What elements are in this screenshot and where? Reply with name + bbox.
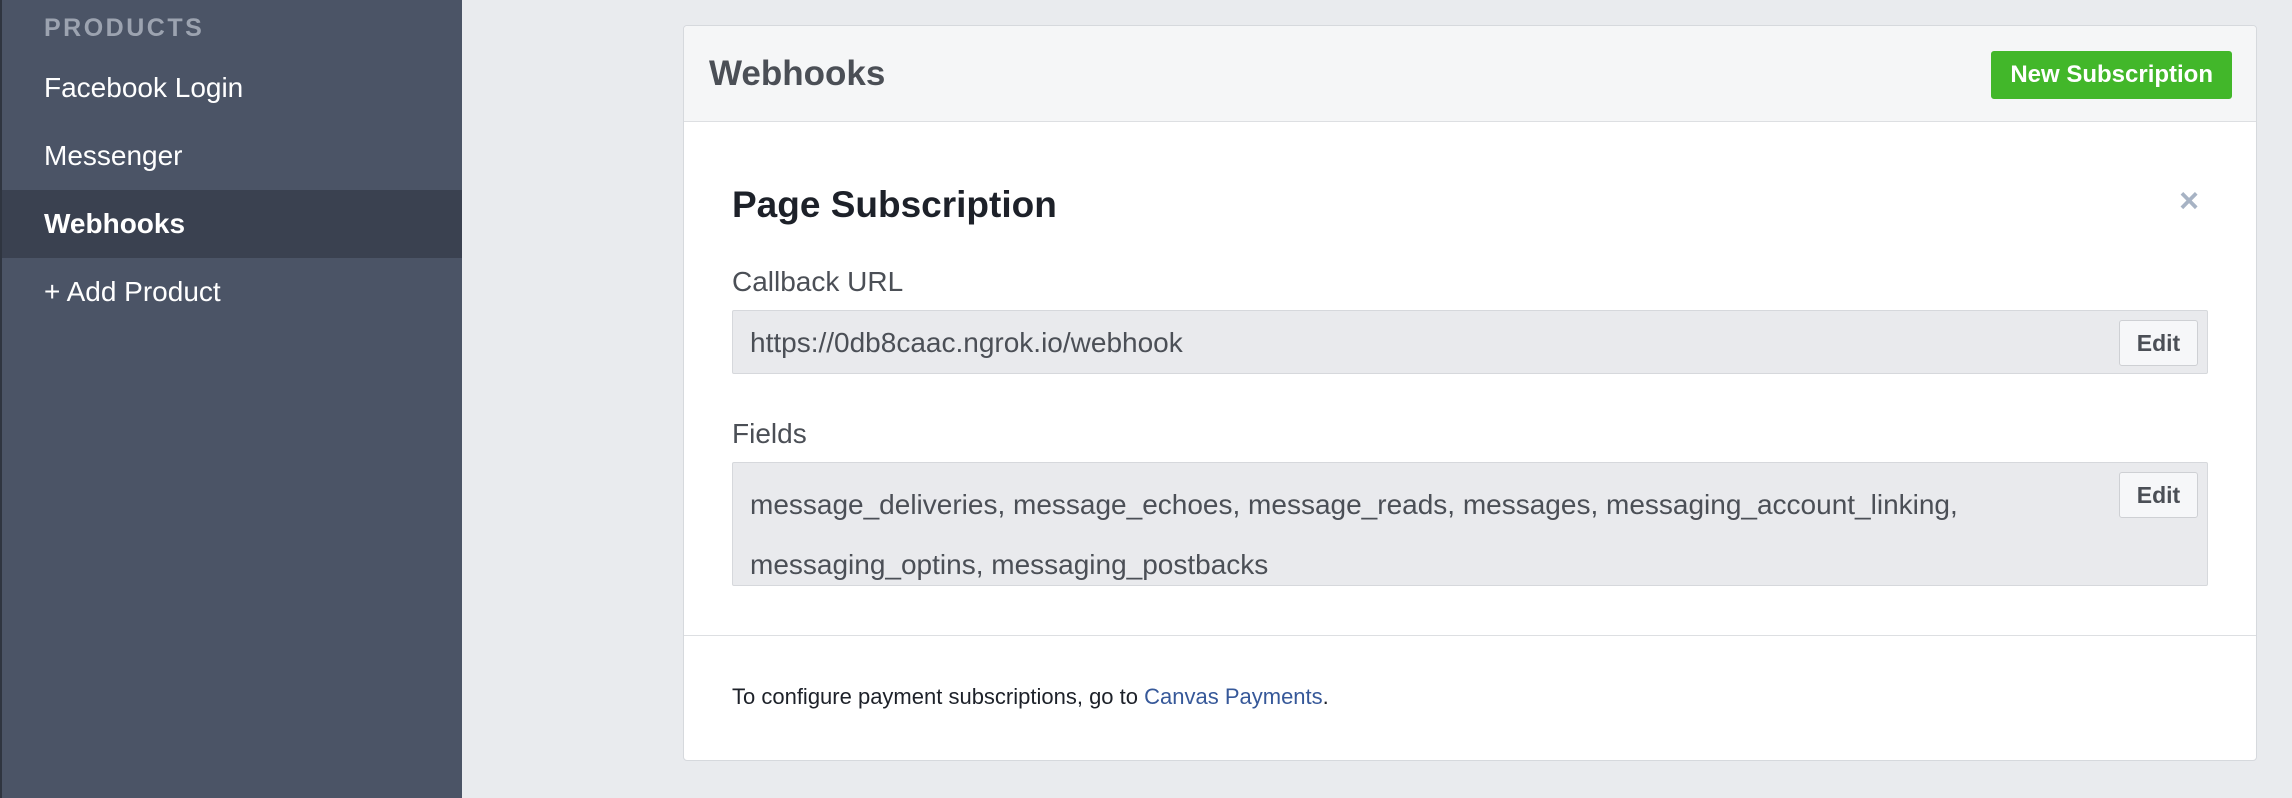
sidebar-item-webhooks[interactable]: Webhooks: [2, 190, 462, 258]
page-title: Webhooks: [709, 54, 886, 93]
subscription-title: Page Subscription: [732, 184, 1057, 225]
sidebar: PRODUCTS Facebook Login Messenger Webhoo…: [0, 0, 462, 798]
canvas-payments-link[interactable]: Canvas Payments: [1144, 684, 1323, 709]
app-root: PRODUCTS Facebook Login Messenger Webhoo…: [0, 0, 2292, 798]
callback-url-field: https://0db8caac.ngrok.io/webhook Edit: [732, 310, 2208, 374]
edit-callback-button[interactable]: Edit: [2119, 320, 2198, 366]
card-header: Webhooks New Subscription: [684, 26, 2256, 122]
fields-label: Fields: [732, 418, 807, 449]
webhooks-card: Webhooks New Subscription Page Subscript…: [683, 25, 2257, 761]
footer-note: To configure payment subscriptions, go t…: [732, 684, 1329, 710]
sidebar-item-facebook-login[interactable]: Facebook Login: [2, 54, 462, 122]
callback-url-label: Callback URL: [732, 266, 904, 297]
callback-url-value: https://0db8caac.ngrok.io/webhook: [750, 327, 1183, 358]
footer-text-before: To configure payment subscriptions, go t…: [732, 684, 1145, 709]
close-icon[interactable]: ×: [2174, 184, 2204, 218]
new-subscription-button[interactable]: New Subscription: [1991, 51, 2232, 99]
divider: [684, 635, 2256, 636]
footer-text-after: .: [1322, 684, 1329, 709]
sidebar-heading: PRODUCTS: [44, 14, 205, 42]
edit-fields-button[interactable]: Edit: [2119, 472, 2198, 518]
fields-value: message_deliveries, message_echoes, mess…: [750, 489, 1958, 580]
sidebar-item-add-product[interactable]: + Add Product: [2, 258, 462, 326]
fields-field: message_deliveries, message_echoes, mess…: [732, 462, 2208, 586]
sidebar-item-messenger[interactable]: Messenger: [2, 122, 462, 190]
